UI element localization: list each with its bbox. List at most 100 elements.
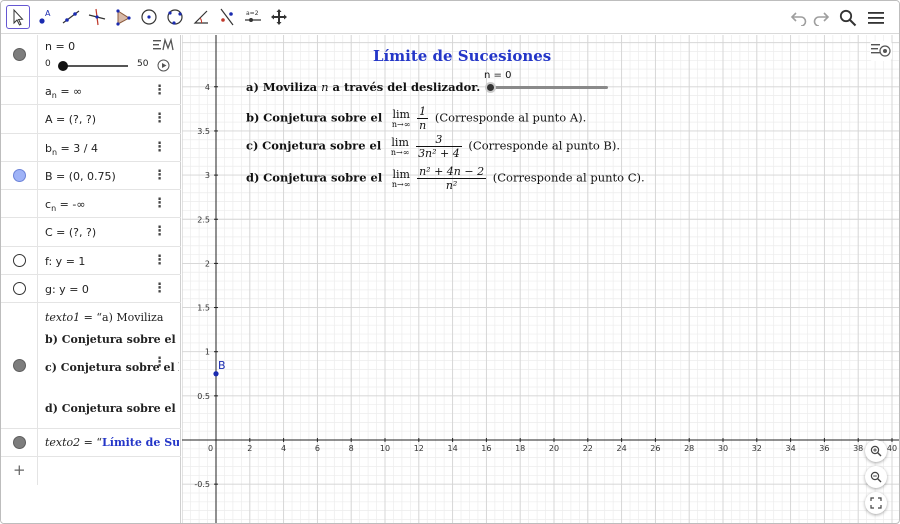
x-tick-label: 40: [887, 444, 897, 453]
row-menu-icon[interactable]: ⋮: [153, 253, 166, 268]
algebra-expression: B = (0, 0.75): [45, 169, 116, 183]
fullscreen-button[interactable]: [865, 492, 887, 514]
algebra-view: n = 0 0 50 an = ∞ ⋮ A = (?, ?) ⋮ bn = 3 / 4 ⋮…: [1, 35, 181, 523]
geogebra-window: A a=2 n = 0 0 50 an = ∞ ⋮ A = (?, ?) ⋮ b…: [0, 0, 900, 524]
slider-min: 0: [45, 59, 51, 69]
algebra-row-cn[interactable]: cn = -∞ ⋮: [1, 190, 181, 219]
fraction-b-den: n: [419, 119, 427, 132]
row-menu-icon[interactable]: ⋮: [153, 355, 166, 370]
x-tick-label: 6: [315, 444, 320, 453]
expr-rest: = 3 / 4: [57, 141, 98, 155]
visibility-toggle-icon[interactable]: [13, 359, 26, 372]
point-tool-button[interactable]: A: [33, 5, 57, 29]
limit-d: lim n→∞: [392, 168, 411, 189]
x-tick-label: 18: [515, 444, 525, 453]
row-menu-icon[interactable]: ⋮: [153, 168, 166, 183]
circle-three-points-icon: [167, 9, 183, 25]
fraction-c-den: 3n² + 4: [418, 147, 460, 160]
algebra-row-slider-n[interactable]: n = 0 0 50: [1, 35, 181, 77]
add-object-button[interactable]: +: [13, 461, 26, 479]
circle-three-points-tool-button[interactable]: [163, 5, 187, 29]
row-menu-icon[interactable]: ⋮: [153, 224, 166, 239]
algebra-row-B[interactable]: B = (0, 0.75) ⋮: [1, 161, 181, 190]
point-B[interactable]: [213, 371, 219, 377]
fraction-d-num: n² + 4n − 2: [417, 165, 487, 179]
undo-icon: [790, 12, 807, 26]
algebra-row-texto1[interactable]: texto1 = “a) Moviliza b) Conjetura sobre…: [1, 303, 181, 429]
toolbar: A a=2: [1, 1, 899, 34]
line-icon: [62, 10, 80, 24]
graphics-style-bar-button[interactable]: [870, 41, 892, 61]
zoom-out-button[interactable]: [865, 466, 887, 488]
expr-rest: = -∞: [56, 198, 86, 211]
visibility-toggle-icon[interactable]: [13, 253, 26, 267]
expr-rest: = ∞: [56, 85, 83, 98]
texto1-line-b-text: b) Conjetura sobre el: [45, 333, 176, 346]
algebra-row-texto2[interactable]: texto2 = “Límite de Suces: [1, 429, 181, 457]
y-tick-label: -0.5: [194, 480, 210, 489]
move-graphics-tool-button[interactable]: [267, 5, 291, 29]
x-tick-label: 28: [684, 444, 694, 453]
polygon-tool-button[interactable]: [111, 5, 135, 29]
algebra-row-C[interactable]: C = (?, ?) ⋮: [1, 218, 181, 247]
row-menu-icon[interactable]: ⋮: [153, 111, 166, 126]
algebra-row-f[interactable]: f: y = 1 ⋮: [1, 246, 181, 275]
text-d-note: (Corresponde al punto C).: [492, 170, 645, 185]
visibility-toggle-icon[interactable]: [13, 48, 26, 61]
y-tick-label: 0.5: [197, 392, 210, 401]
play-button[interactable]: [157, 59, 170, 75]
visibility-toggle-icon[interactable]: [13, 281, 26, 295]
texto2-name: texto2: [45, 436, 81, 449]
main-menu-button[interactable]: [865, 7, 887, 29]
texto1-line-d: d) Conjetura sobre el li: [45, 402, 179, 415]
move-arrows-icon: [271, 9, 287, 25]
slider-tool-label: a=2: [246, 10, 259, 17]
row-menu-icon[interactable]: ⋮: [153, 281, 166, 296]
fullscreen-icon: [870, 497, 882, 509]
row-menu-icon[interactable]: ⋮: [153, 196, 166, 211]
algebra-view-menu-button[interactable]: [153, 37, 175, 55]
algebra-row-bn[interactable]: bn = 3 / 4 ⋮: [1, 133, 181, 162]
move-tool-button[interactable]: [6, 5, 30, 29]
circle-center-point-tool-button[interactable]: [137, 5, 161, 29]
y-tick-label: 2: [205, 259, 210, 268]
search-button[interactable]: [837, 7, 859, 29]
row-menu-icon[interactable]: ⋮: [153, 83, 166, 98]
algebra-row-an[interactable]: an = ∞ ⋮: [1, 77, 181, 106]
algebra-input-row[interactable]: +: [1, 457, 181, 485]
visibility-toggle-icon[interactable]: [13, 436, 26, 449]
marker-column: [1, 133, 38, 161]
graphics-slider-knob[interactable]: [485, 82, 496, 93]
text-line-d: d) Conjetura sobre el lim n→∞ n² + 4n − 2…: [246, 165, 645, 192]
slider-tool-button[interactable]: a=2: [241, 5, 265, 29]
algebra-slider-knob[interactable]: [58, 61, 68, 71]
row-menu-icon[interactable]: ⋮: [153, 140, 166, 155]
x-tick-label: 8: [349, 444, 354, 453]
graphics-slider-track[interactable]: [490, 86, 608, 89]
texto1-line-c-lim: li: [178, 361, 179, 374]
x-tick-label: 14: [448, 444, 458, 453]
limit-c: lim n→∞: [391, 136, 410, 157]
angle-tool-button[interactable]: [189, 5, 213, 29]
text-line-c: c) Conjetura sobre el lim n→∞ 3 3n² + 4 (C…: [246, 133, 620, 160]
text-a-var: n: [321, 80, 329, 94]
x-tick-label: 2: [247, 444, 252, 453]
expr-base: b: [45, 141, 52, 155]
algebra-slider-track[interactable]: [63, 65, 128, 67]
redo-button[interactable]: [811, 7, 831, 29]
visibility-toggle-icon[interactable]: [13, 168, 26, 182]
perpendicular-line-tool-button[interactable]: [85, 5, 109, 29]
graphics-view[interactable]: 0 2 4 6 8 10 12 14 16 18 20 22 24 26 28 30 32 34 36 38 40 4 3.…: [182, 35, 899, 523]
zoom-in-button[interactable]: [865, 440, 887, 462]
fraction-c-num: 3: [416, 133, 462, 147]
undo-button[interactable]: [789, 7, 809, 29]
limit-d-sub: n→∞: [391, 180, 411, 189]
line-tool-button[interactable]: [59, 5, 83, 29]
x-tick-label: 30: [718, 444, 728, 453]
reflect-line-icon: [220, 8, 234, 26]
algebra-row-A[interactable]: A = (?, ?) ⋮: [1, 105, 181, 134]
text-c-prefix: Conjetura sobre el: [262, 138, 382, 153]
reflect-tool-button[interactable]: [215, 5, 239, 29]
algebra-row-g[interactable]: g: y = 0 ⋮: [1, 274, 181, 303]
x-tick-label: 12: [414, 444, 424, 453]
